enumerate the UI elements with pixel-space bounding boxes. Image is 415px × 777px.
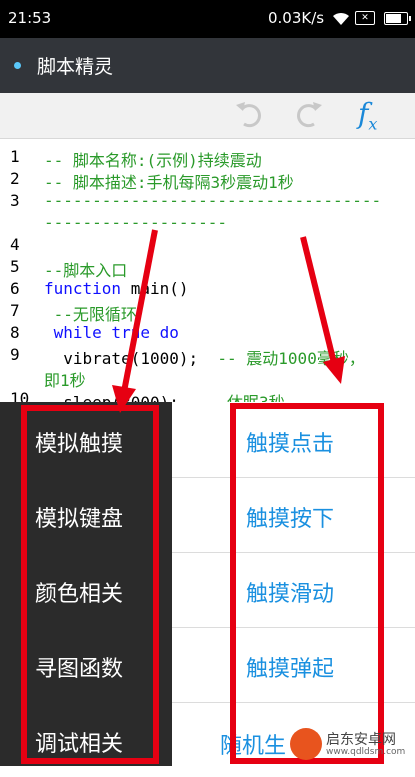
battery-icon (384, 12, 411, 25)
redo-icon[interactable] (292, 97, 326, 138)
watermark-url: www.qdldsm.com (326, 747, 406, 757)
code-text: ----------------------------------- (44, 191, 382, 210)
line-number: 5 (10, 257, 20, 276)
line-number: 8 (10, 323, 20, 342)
status-dot-icon (14, 62, 21, 69)
line-number: 1 (10, 147, 20, 166)
watermark-name: 启东安卓网 (326, 732, 396, 748)
code-text: -- 脚本名称:(示例)持续震动 (44, 151, 262, 170)
line-number: 7 (10, 301, 20, 320)
app-title: 脚本精灵 (37, 56, 114, 78)
line-number: 6 (10, 279, 20, 298)
watermark-logo-icon (290, 728, 322, 760)
status-bar: 21:53 0.03K/s ✕ (0, 0, 415, 38)
annotation-box-right (230, 403, 384, 764)
fx-label: f (358, 97, 369, 130)
clock: 21:53 (8, 9, 52, 27)
app-title-bar: 脚本精灵 (0, 38, 415, 93)
fx-sub: x (368, 114, 378, 134)
network-speed: 0.03K/s (268, 9, 325, 27)
editor-toolbar: fx (0, 93, 415, 139)
line-number: 4 (10, 235, 20, 254)
annotation-arrow-left (112, 229, 158, 413)
wifi-icon (331, 10, 351, 30)
undo-icon[interactable] (232, 97, 266, 138)
annotation-box-left (21, 405, 159, 764)
line-number: 9 (10, 345, 20, 364)
line-number: 3 (10, 191, 20, 210)
code-text: 即1秒 (44, 371, 86, 390)
watermark: 启东安卓网 www.qdldsm.com (290, 726, 415, 766)
function-insert-button[interactable]: fx (358, 97, 377, 134)
code-text: -- 脚本描述:手机每隔3秒震动1秒 (44, 173, 294, 192)
line-number: 2 (10, 169, 20, 188)
annotation-arrow-right (300, 236, 345, 384)
no-sim-icon: ✕ (355, 11, 375, 25)
